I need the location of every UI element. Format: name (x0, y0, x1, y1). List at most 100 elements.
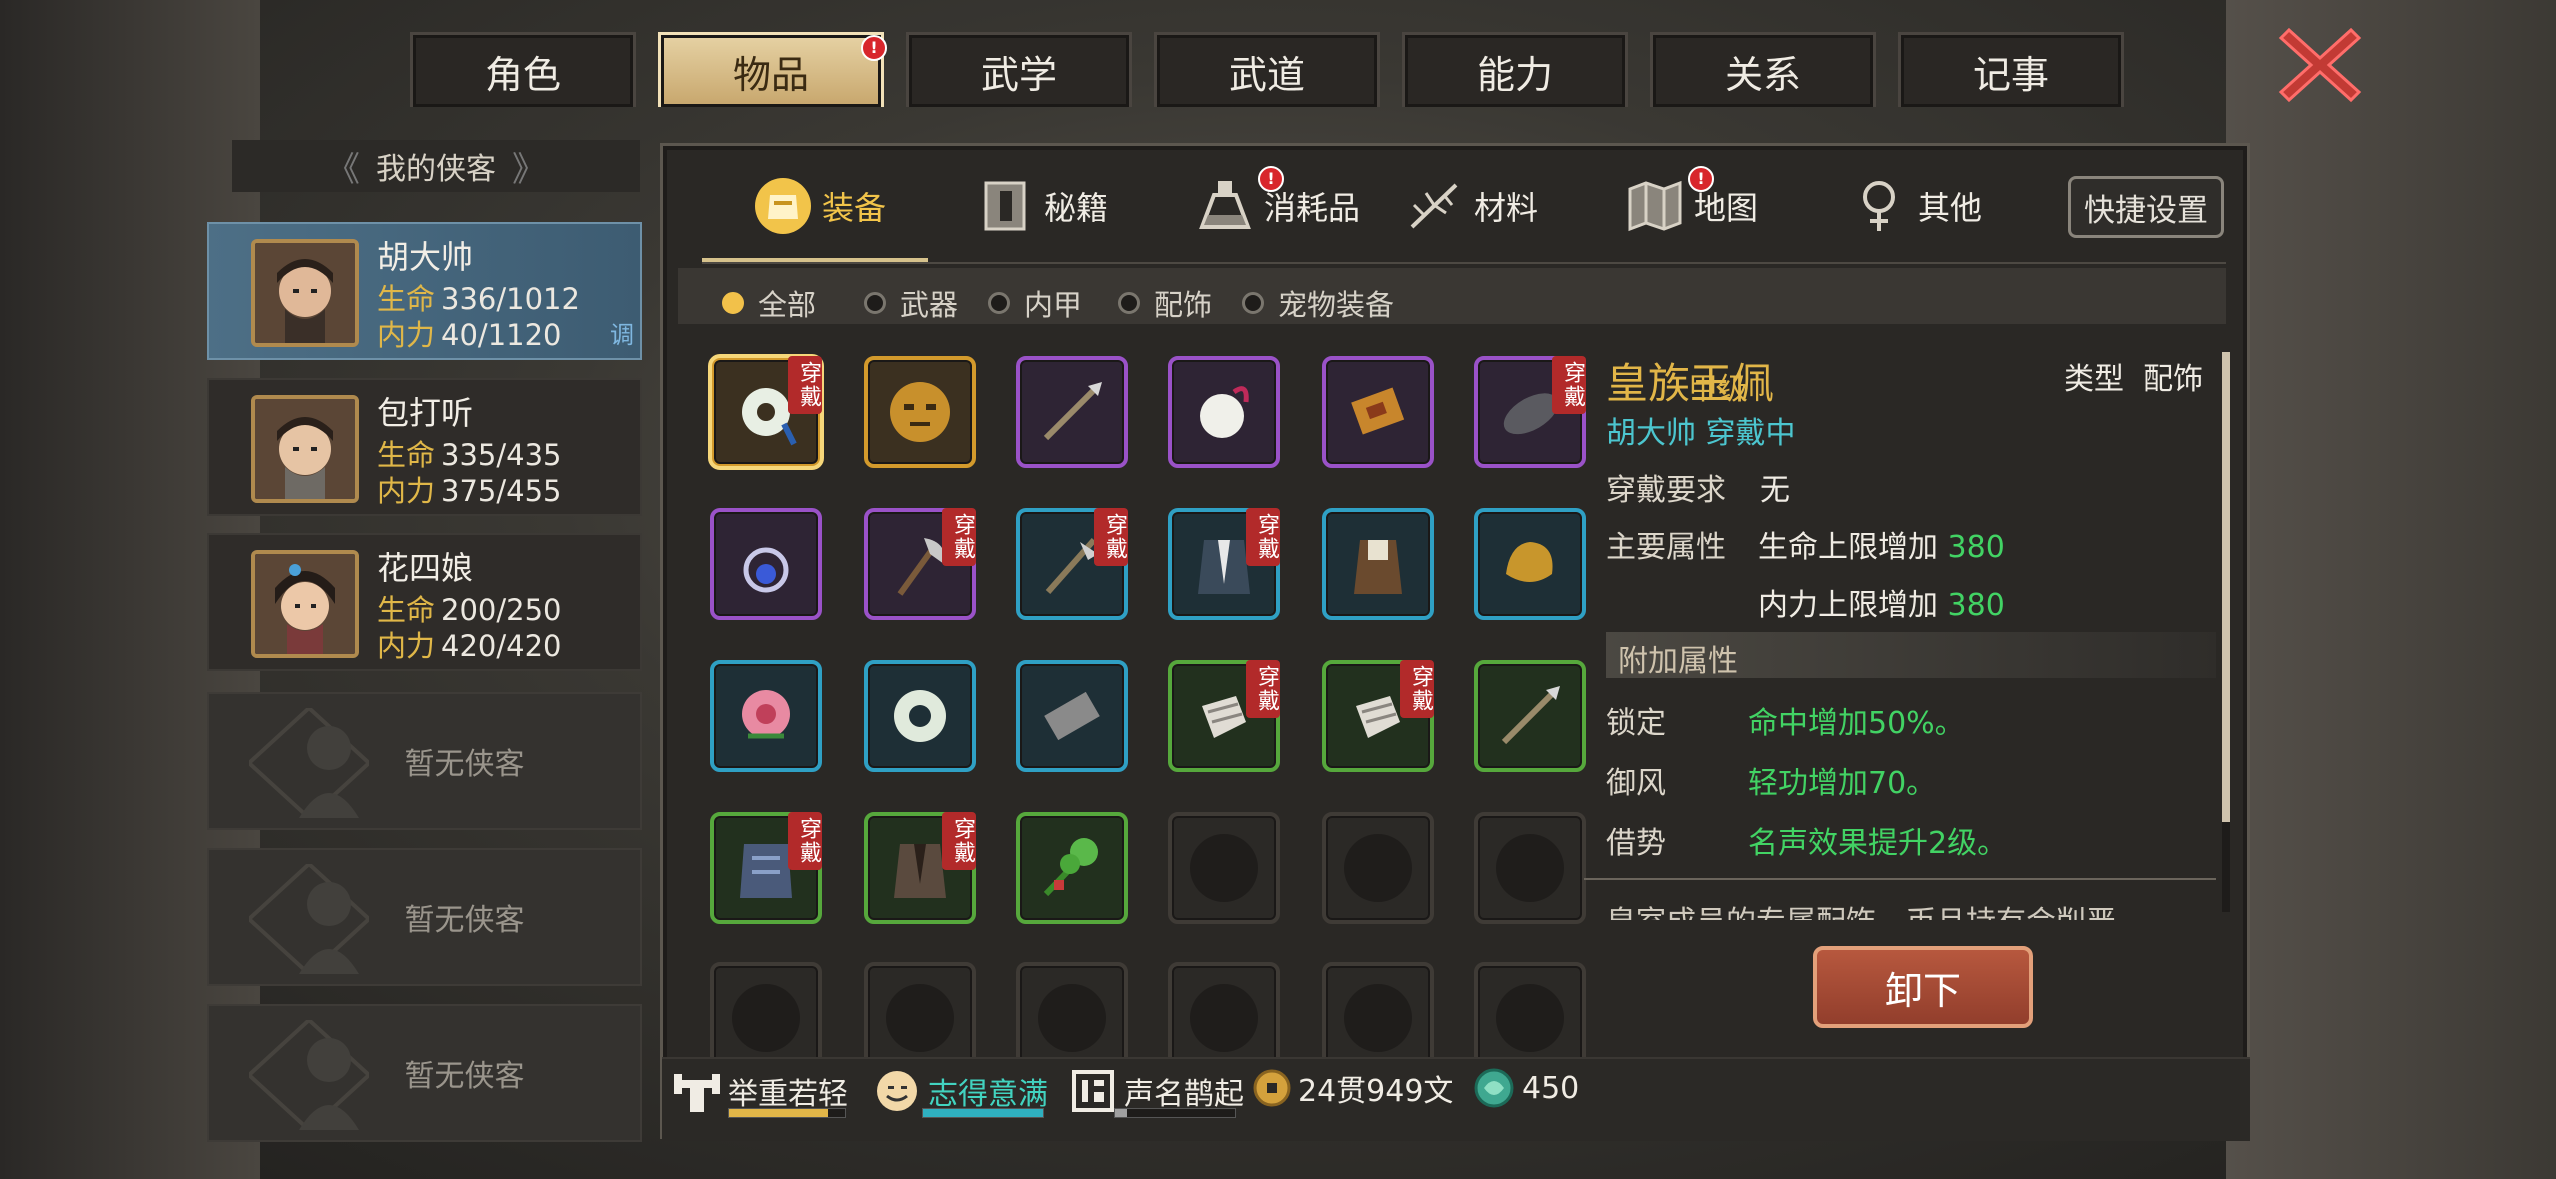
tab-label: 能力 (1476, 52, 1553, 97)
item-grade: 甲级 (1688, 372, 1748, 407)
status-label: 志得意满 (928, 1077, 1048, 1112)
tab-label: 角色 (484, 52, 561, 97)
filter-label: 配饰 (1154, 288, 1213, 322)
tab-5[interactable]: 关系 (1650, 32, 1876, 107)
empty-hero-slot[interactable]: 暂无侠客 (207, 692, 642, 830)
category-tab-4[interactable]: 地图! (1624, 162, 1758, 250)
category-tab-0[interactable]: 装备 (752, 162, 886, 250)
item-slot[interactable] (710, 660, 822, 772)
hero-mp: 内力 40/1120 (377, 318, 562, 352)
equipped-badge: 穿戴 (942, 508, 976, 566)
tab-4[interactable]: 能力 (1402, 32, 1628, 107)
item-description: 皇室成员的专属配饰，币且持有会削严 (1606, 900, 2218, 920)
category-label: 其他 (1918, 189, 1983, 227)
item-slot[interactable]: 穿戴 (708, 354, 824, 470)
tab-6[interactable]: 记事 (1898, 32, 2124, 107)
item-slot[interactable]: 穿戴 (1168, 508, 1280, 620)
filter-option-2[interactable]: 内甲 (988, 282, 1082, 324)
item-slot[interactable] (864, 660, 976, 772)
tab-1[interactable]: 物品! (658, 32, 887, 107)
filter-option-0[interactable]: 全部 (722, 282, 816, 324)
category-tab-5[interactable]: 其他 (1848, 162, 1982, 250)
avatar (251, 395, 359, 503)
category-tab-1[interactable]: 秘籍 (974, 162, 1108, 250)
tab-0[interactable]: 角色 (410, 32, 636, 107)
item-slot[interactable] (1474, 508, 1586, 620)
jade-icon (1474, 1068, 1514, 1108)
main-attr-label: 主要属性 (1606, 530, 1726, 565)
requirement-label: 穿戴要求 (1606, 473, 1726, 508)
item-slot[interactable] (1016, 356, 1128, 468)
filter-label: 武器 (900, 288, 959, 322)
category-tab-2[interactable]: 消耗品! (1194, 162, 1360, 250)
radio-icon (722, 292, 744, 314)
filter-option-3[interactable]: 配饰 (1118, 282, 1212, 324)
quick-settings-button[interactable]: 快捷设置 (2068, 176, 2224, 238)
divider (1584, 878, 2216, 880)
item-slot[interactable] (710, 508, 822, 620)
tab-label: 武学 (980, 52, 1057, 97)
item-slot[interactable] (864, 356, 976, 468)
item-slot[interactable] (1016, 660, 1128, 772)
ore-icon (1490, 524, 1570, 604)
item-slot[interactable] (1016, 812, 1128, 924)
filter-option-4[interactable]: 宠物装备 (1242, 282, 1394, 324)
category-tab-3[interactable]: 材料 (1404, 162, 1538, 250)
extra-attr-value: 名声效果提升2级。 (1748, 826, 2008, 861)
book-icon (974, 175, 1036, 237)
my-heroes-header: 《 我的侠客 》 (232, 140, 640, 192)
extra-attr-title: 附加属性 (1618, 644, 1738, 679)
avatar (251, 239, 359, 347)
next-arrow-icon[interactable]: 》 (512, 142, 546, 191)
item-slot[interactable]: 穿戴 (1474, 356, 1586, 468)
item-slot[interactable]: 穿戴 (710, 812, 822, 924)
empty-hero-slot[interactable]: 暂无侠客 (207, 1004, 642, 1142)
strength-icon (674, 1074, 720, 1112)
empty-item-slot (1474, 812, 1586, 924)
extra-attr-name: 锁定 (1606, 706, 1666, 741)
main-attr-row: 生命上限增加 380 (1758, 530, 2005, 565)
hero-mp: 内力 420/420 (377, 629, 562, 663)
item-slot[interactable]: 穿戴 (1322, 660, 1434, 772)
radio-icon (864, 292, 886, 314)
tab-label: 武道 (1228, 52, 1305, 97)
progress-bar (1114, 1108, 1236, 1118)
equipped-badge: 穿戴 (1094, 508, 1128, 566)
item-slot[interactable] (1322, 508, 1434, 620)
unequip-button[interactable]: 卸下 (1813, 946, 2033, 1028)
spear-icon (1490, 676, 1570, 756)
main-attr-row: 内力上限增加 380 (1758, 588, 2005, 623)
item-slot[interactable]: 穿戴 (1016, 508, 1128, 620)
prev-arrow-icon[interactable]: 《 (326, 142, 360, 191)
item-slot[interactable] (1322, 356, 1434, 468)
hero-mp: 内力 375/455 (377, 474, 562, 508)
spear-icon (1032, 372, 1112, 452)
filter-option-1[interactable]: 武器 (864, 282, 958, 324)
hero-card-1[interactable]: 包打听 生命 335/435 内力 375/455 (207, 378, 642, 516)
misc-icon (1848, 175, 1910, 237)
close-icon[interactable] (2275, 20, 2365, 110)
hero-card-0[interactable]: 胡大帅 生命 336/1012 内力 40/1120 调 (207, 222, 642, 360)
equipped-badge: 穿戴 (788, 356, 822, 414)
scroll-thumb[interactable] (2222, 352, 2230, 823)
empty-hero-slot[interactable]: 暂无侠客 (207, 848, 642, 986)
smile-icon (877, 1071, 917, 1111)
fame-icon (1072, 1070, 1114, 1112)
item-slot[interactable]: 穿戴 (864, 812, 976, 924)
jade-display: 450 (1472, 1066, 1579, 1110)
potion-icon (1194, 175, 1256, 237)
extra-attr-name: 御风 (1606, 766, 1666, 801)
tab-2[interactable]: 武学 (906, 32, 1132, 107)
item-slot[interactable] (1474, 660, 1586, 772)
equipped-badge: 穿戴 (1246, 660, 1280, 718)
hero-card-2[interactable]: 花四娘 生命 200/250 内力 420/420 (207, 533, 642, 671)
money-display: 24贯949文 (1252, 1066, 1453, 1110)
item-slot[interactable] (1168, 356, 1280, 468)
item-slot[interactable]: 穿戴 (1168, 660, 1280, 772)
money-amount: 24贯949文 (1298, 1074, 1454, 1109)
adjust-button[interactable]: 调 (610, 315, 634, 350)
tab-3[interactable]: 武道 (1154, 32, 1380, 107)
progress-bar (922, 1108, 1044, 1118)
item-slot[interactable]: 穿戴 (864, 508, 976, 620)
map-icon (1624, 175, 1686, 237)
